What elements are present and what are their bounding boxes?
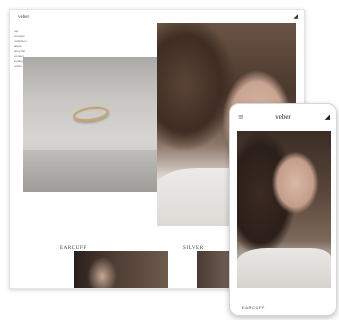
phone-hero-photo [237,131,331,288]
phone-logo[interactable]: veber [230,113,336,121]
earcuff-thumbnail[interactable] [74,251,168,288]
phone-hero-shirt [237,248,331,288]
phone-mockup: ≡ veber ◢ EARCUFF [229,103,337,316]
table-edge [23,150,157,192]
ring-photo [23,57,157,192]
phone-category-label[interactable]: EARCUFF [242,305,265,310]
phone-header: ≡ veber ◢ [230,104,336,131]
cart-icon[interactable]: ◢ [293,13,298,20]
desktop-logo[interactable]: veber [18,15,29,20]
gold-ring [72,104,110,124]
cart-icon[interactable]: ◢ [325,113,330,121]
